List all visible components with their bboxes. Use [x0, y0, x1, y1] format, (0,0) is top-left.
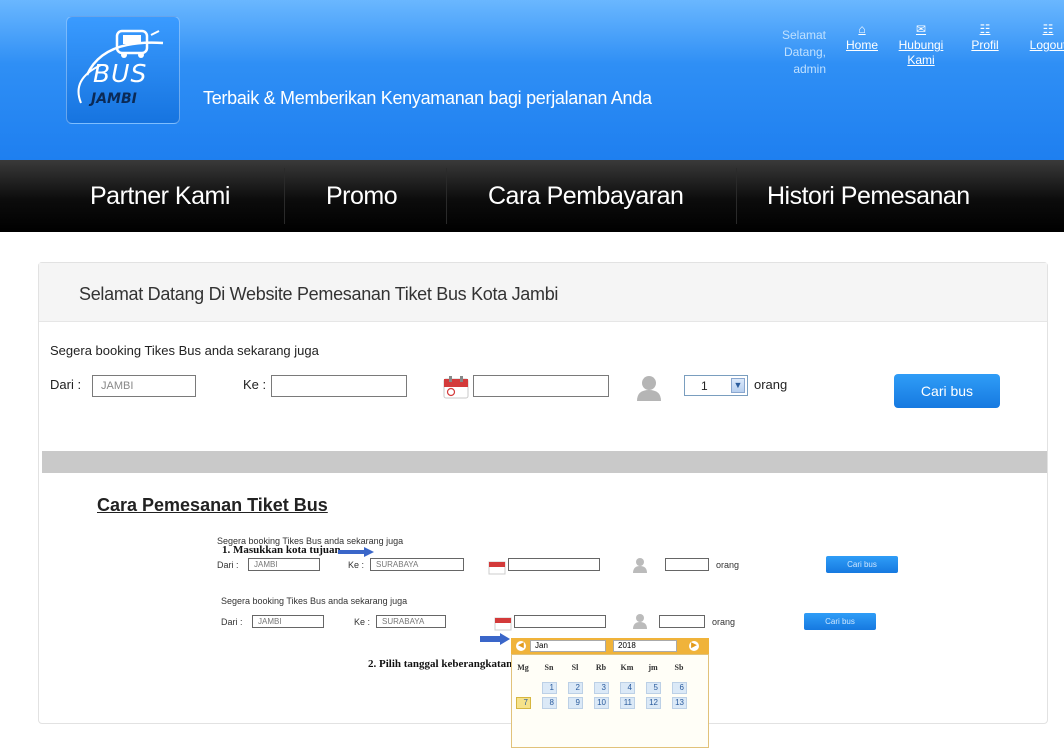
- datepicker-body: Mg Sn Sl Rb Km jm Sb 1 2 3 4 5 6 7 8 9 1…: [511, 654, 709, 748]
- arrow-right-icon: [480, 633, 510, 645]
- datepicker-header: ◀ Jan 2018 ▶: [511, 638, 709, 654]
- from-label: Dari :: [50, 377, 82, 392]
- calendar-day-today: 7: [516, 697, 531, 709]
- arrow-right-icon: [338, 547, 374, 557]
- weekday: Sn: [544, 663, 554, 672]
- passenger-unit-label: orang: [754, 377, 788, 392]
- person-icon: [637, 376, 661, 401]
- profile-icon: ☷: [979, 22, 991, 36]
- logo-bus-text: BUS: [93, 59, 148, 88]
- tut-date-input-1: [508, 558, 600, 571]
- weekday: Sl: [571, 663, 579, 672]
- nav-home-label: Home: [845, 38, 878, 52]
- nav-logout-label: Logout: [1029, 38, 1064, 52]
- calendar-day: 10: [594, 697, 609, 709]
- booking-subtitle: Segera booking Tikes Bus anda sekarang j…: [50, 343, 319, 358]
- tut-subtitle-2: Segera booking Tikes Bus anda sekarang j…: [221, 596, 408, 606]
- logo[interactable]: BUS JAMBI: [66, 16, 180, 124]
- menu-divider: [284, 168, 285, 224]
- calendar-icon[interactable]: [443, 375, 469, 399]
- tut-unit-2: orang: [712, 617, 736, 627]
- tut-to-input-2: SURABAYA: [376, 615, 446, 628]
- tut-from-label-1: Dari :: [217, 560, 239, 570]
- nav-home-link[interactable]: ⌂ Home: [842, 22, 882, 53]
- tut-calendar-icon: [494, 617, 512, 631]
- header: BUS JAMBI Terbaik & Memberikan Kenyamana…: [0, 0, 1064, 160]
- tut-step1: 1. Masukkan kota tujuan: [222, 544, 341, 556]
- section-divider: [42, 451, 1047, 473]
- weekday: Sb: [674, 663, 684, 672]
- tut-date-input-2: [514, 615, 606, 628]
- tut-unit-1: orang: [716, 560, 740, 570]
- menu-divider: [446, 168, 447, 224]
- to-label: Ke :: [243, 377, 267, 392]
- menu-item-promo[interactable]: Promo: [326, 182, 398, 211]
- calendar-day: 6: [672, 682, 687, 694]
- nav-profile-link[interactable]: ☷ Profil: [965, 22, 1005, 53]
- nav-profile-label: Profil: [971, 38, 999, 52]
- tut-datepicker: ◀ Jan 2018 ▶ Mg Sn Sl Rb Km jm Sb 1 2 3 …: [511, 638, 709, 748]
- page-title: Selamat Datang Di Website Pemesanan Tike…: [79, 284, 559, 304]
- menu-divider: [736, 168, 737, 224]
- weekday: Mg: [517, 663, 529, 672]
- calendar-day: 9: [568, 697, 583, 709]
- tut-search-button-2: Cari bus: [804, 613, 876, 630]
- main-menu: Partner Kami Promo Cara Pembayaran Histo…: [0, 160, 1064, 232]
- calendar-day: 3: [594, 682, 609, 694]
- mail-icon: ✉: [915, 22, 927, 36]
- search-bus-button[interactable]: Cari bus: [894, 374, 1000, 408]
- tagline: Terbaik & Memberikan Kenyamanan bagi per…: [203, 88, 652, 108]
- tut-search-button-1: Cari bus: [826, 556, 898, 573]
- home-icon: ⌂: [858, 22, 866, 36]
- calendar-day: 11: [620, 697, 635, 709]
- tut-person-icon: [633, 558, 647, 573]
- calendar-day: 13: [672, 697, 687, 709]
- datepicker-year: 2018: [613, 640, 677, 652]
- calendar-day: 1: [542, 682, 557, 694]
- to-input[interactable]: [271, 375, 407, 397]
- tut-person-icon: [633, 614, 647, 629]
- from-input[interactable]: JAMBI: [92, 375, 196, 397]
- tut-count-input-1: [665, 558, 709, 571]
- passenger-count-select[interactable]: 1 ▼: [684, 375, 748, 396]
- passenger-count-value: 1: [701, 379, 708, 393]
- chevron-left-icon: ◀: [516, 641, 526, 651]
- welcome-text: Selamat Datang, admin: [781, 28, 826, 76]
- nav-logout-link[interactable]: ☷ Logout: [1028, 22, 1064, 53]
- calendar-day: 4: [620, 682, 635, 694]
- menu-item-partner[interactable]: Partner Kami: [90, 182, 230, 211]
- tut-step2: 2. Pilih tanggal keberangkatan: [368, 658, 513, 670]
- tut-count-input-2: [659, 615, 705, 628]
- logout-icon: ☷: [1042, 22, 1054, 36]
- tutorial-image: Segera booking Tikes Bus anda sekarang j…: [214, 535, 914, 748]
- weekday: Km: [620, 663, 634, 672]
- tut-to-label-2: Ke :: [354, 617, 371, 627]
- tut-from-input-1: JAMBI: [248, 558, 320, 571]
- main-panel: Selamat Datang Di Website Pemesanan Tike…: [38, 262, 1048, 748]
- calendar-day: 12: [646, 697, 661, 709]
- date-input[interactable]: [473, 375, 609, 397]
- tut-from-input-2: JAMBI: [252, 615, 324, 628]
- tut-to-input-1: SURABAYA: [370, 558, 464, 571]
- logo-city-text: JAMBI: [91, 91, 137, 107]
- tut-from-label-2: Dari :: [221, 617, 243, 627]
- chevron-right-icon: ▶: [689, 641, 699, 651]
- chevron-down-icon: ▼: [731, 378, 745, 393]
- weekday: Rb: [595, 663, 607, 672]
- menu-item-pembayaran[interactable]: Cara Pembayaran: [488, 182, 684, 211]
- datepicker-month: Jan: [530, 640, 606, 652]
- calendar-day: 8: [542, 697, 557, 709]
- tut-calendar-icon: [488, 561, 506, 575]
- nav-contact-link[interactable]: ✉ Hubungi Kami: [896, 22, 946, 68]
- nav-contact-label: Hubungi Kami: [898, 38, 944, 67]
- menu-item-histori[interactable]: Histori Pemesanan: [767, 182, 970, 211]
- tut-to-label-1: Ke :: [348, 560, 365, 570]
- calendar-day: 2: [568, 682, 583, 694]
- guide-title: Cara Pemesanan Tiket Bus: [97, 495, 328, 515]
- calendar-day: 5: [646, 682, 661, 694]
- main-title-bar: Selamat Datang Di Website Pemesanan Tike…: [39, 263, 1047, 322]
- weekday: jm: [648, 663, 658, 672]
